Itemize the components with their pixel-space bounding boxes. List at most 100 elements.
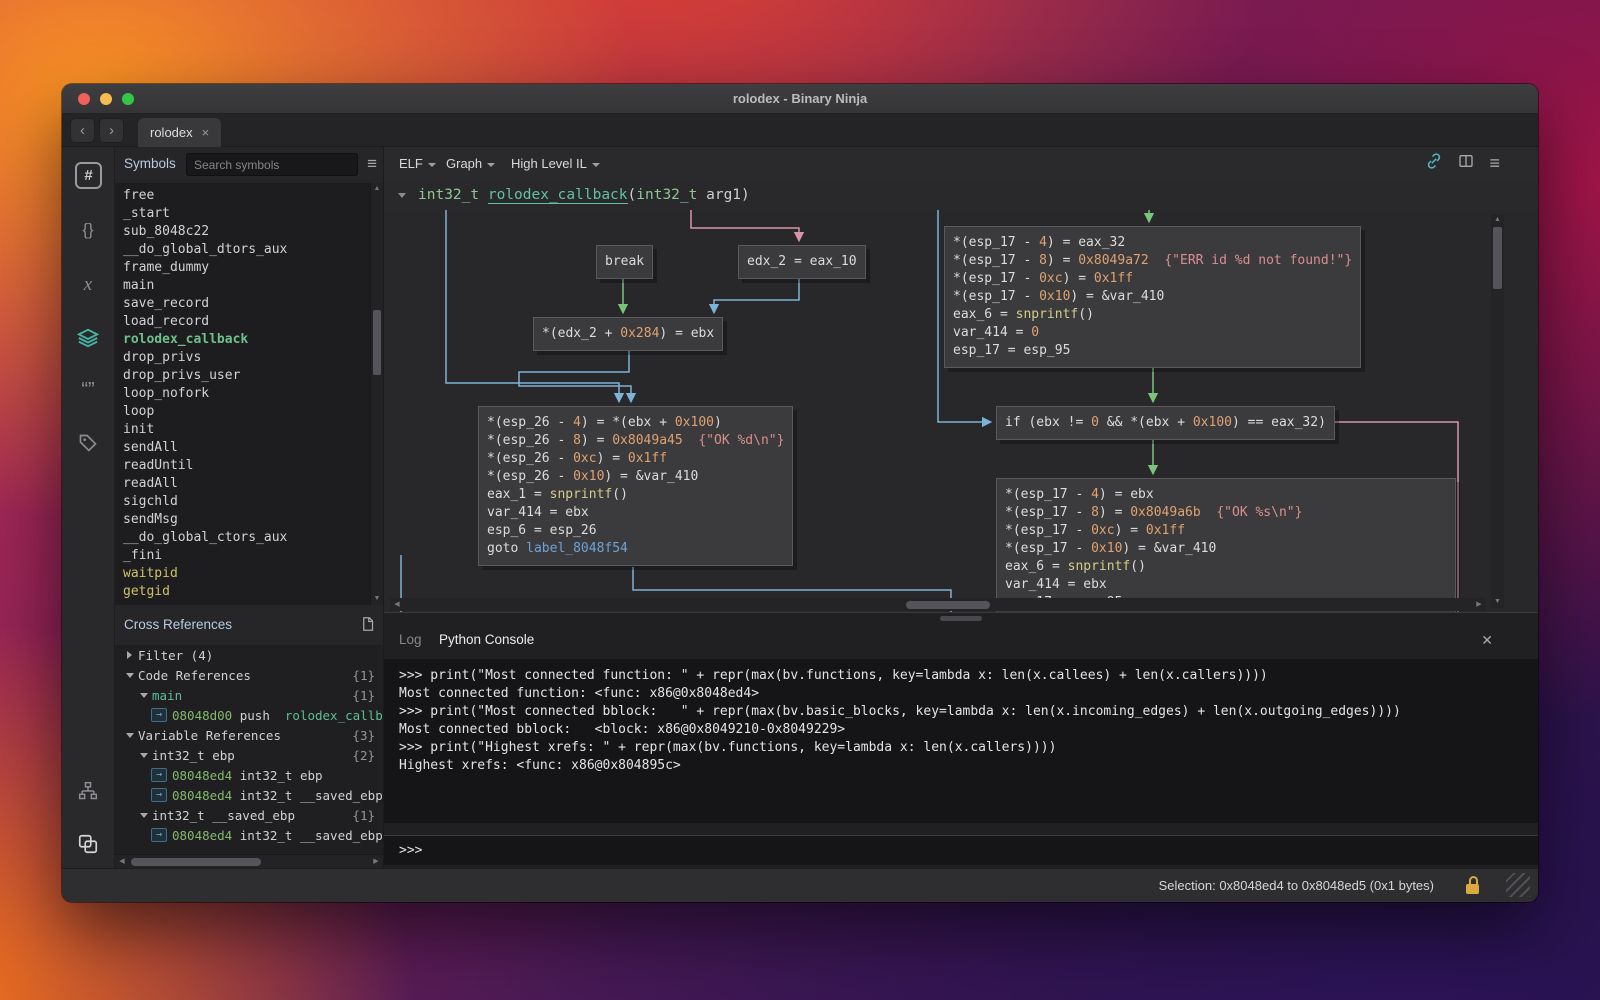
symbols-menu-icon[interactable]: ≡: [367, 151, 377, 177]
console-line: Highest xrefs: <func: x86@0x804895c>: [399, 757, 1538, 775]
tab-close-icon[interactable]: ×: [202, 125, 210, 140]
xrefs-hscrollbar[interactable]: ◀ ▶: [115, 854, 383, 868]
xref-tree: Filter (4)Code References{1}main{1}→0804…: [115, 645, 383, 854]
types-braces-icon[interactable]: {}: [62, 216, 114, 244]
console-output[interactable]: >>> print("Most connected function: " + …: [384, 659, 1538, 823]
scrollbar-thumb[interactable]: [906, 601, 990, 609]
xrefs-options-icon[interactable]: [360, 616, 375, 637]
symbol-item[interactable]: loop_nofork: [115, 385, 383, 403]
symbol-item[interactable]: getgid: [115, 583, 383, 601]
lock-icon[interactable]: [1466, 876, 1480, 894]
tab-log[interactable]: Log: [399, 623, 422, 657]
xref-row[interactable]: Code References{1}: [115, 665, 383, 685]
graph-block[interactable]: edx_2 = eax_10: [738, 245, 866, 279]
view-menu-icon[interactable]: ≡: [1489, 153, 1500, 174]
xref-row[interactable]: Variable References{3}: [115, 725, 383, 745]
symbol-item[interactable]: save_record: [115, 295, 383, 313]
symbol-item[interactable]: __do_global_dtors_aux: [115, 241, 383, 259]
xref-row[interactable]: int32_t __saved_ebp{1}: [115, 805, 383, 825]
xref-row[interactable]: →08048ed4 int32_t ebp: [115, 765, 383, 785]
graph-block[interactable]: *(esp_17 - 4) = eax_32*(esp_17 - 8) = 0x…: [944, 226, 1361, 368]
view-mode-dropdown[interactable]: Graph: [446, 147, 495, 180]
variables-icon[interactable]: x: [62, 271, 114, 299]
chevron-down-icon[interactable]: [123, 673, 136, 678]
graph-hscrollbar[interactable]: ◀ ▶: [390, 598, 1486, 611]
tab-python-console[interactable]: Python Console: [439, 623, 534, 657]
strings-quotes-icon[interactable]: “”: [62, 376, 114, 404]
console-panel: Log Python Console ✕ >>> print("Most con…: [384, 612, 1538, 868]
scrollbar-thumb[interactable]: [1493, 227, 1502, 289]
resize-grip[interactable]: [1506, 873, 1530, 897]
symbol-item[interactable]: sendMsg: [115, 511, 383, 529]
symbol-item[interactable]: readAll: [115, 475, 383, 493]
symbols-panel-icon[interactable]: #: [75, 162, 102, 189]
graph-block[interactable]: *(esp_26 - 4) = *(ebx + 0x100)*(esp_26 -…: [478, 406, 793, 566]
symbols-panel-title: Symbols: [124, 147, 176, 181]
symbol-item[interactable]: sub_8048c22: [115, 223, 383, 241]
scroll-right-icon[interactable]: ▶: [1472, 598, 1486, 612]
symbol-item[interactable]: drop_privs_user: [115, 367, 383, 385]
scroll-down-icon[interactable]: ▼: [371, 593, 383, 605]
mini-graph-icon[interactable]: [62, 776, 114, 804]
console-input-row[interactable]: >>>: [384, 835, 1538, 865]
split-view-icon[interactable]: [1458, 153, 1474, 174]
panel-resize-handle[interactable]: [940, 616, 982, 621]
symbol-list-scrollbar[interactable]: ▲ ▼: [370, 183, 383, 605]
xref-row[interactable]: Filter (4): [115, 645, 383, 665]
symbol-item[interactable]: loop: [115, 403, 383, 421]
graph-view[interactable]: break edx_2 = eax_10 *(edx_2 + 0x284) = eb…: [384, 210, 1538, 612]
scroll-down-icon[interactable]: ▼: [1491, 596, 1504, 608]
symbol-item[interactable]: sendAll: [115, 439, 383, 457]
graph-block[interactable]: *(esp_17 - 4) = ebx*(esp_17 - 8) = 0x804…: [996, 478, 1456, 612]
tab-rolodex[interactable]: rolodex×: [138, 118, 221, 148]
collapse-chevron-icon[interactable]: [398, 193, 406, 198]
chevron-down-icon[interactable]: [137, 693, 150, 698]
xref-row[interactable]: →08048ed4 int32_t __saved_ebp: [115, 785, 383, 805]
symbol-item[interactable]: free: [115, 187, 383, 205]
graph-block[interactable]: break: [596, 245, 653, 279]
il-level-dropdown[interactable]: High Level IL: [511, 147, 600, 180]
nav-forward-button[interactable]: ›: [99, 118, 124, 143]
function-signature[interactable]: int32_t rolodex_callback(int32_t arg1): [418, 180, 750, 210]
tags-icon[interactable]: [62, 428, 114, 456]
xref-row[interactable]: →08048d00 push rolodex_callback: [115, 705, 383, 725]
binary-format-dropdown[interactable]: ELF: [399, 147, 436, 180]
symbol-item[interactable]: init: [115, 421, 383, 439]
chevron-down-icon[interactable]: [137, 753, 150, 758]
cross-references-panel-icon[interactable]: [62, 829, 114, 857]
xref-row[interactable]: main{1}: [115, 685, 383, 705]
stack-layers-icon[interactable]: [62, 323, 114, 351]
symbol-search-input[interactable]: [186, 153, 358, 176]
symbol-item[interactable]: _start: [115, 205, 383, 223]
xrefs-panel-title: Cross References: [124, 605, 232, 645]
scroll-up-icon[interactable]: ▲: [371, 183, 383, 195]
symbol-item[interactable]: drop_privs: [115, 349, 383, 367]
scroll-up-icon[interactable]: ▲: [1491, 214, 1504, 226]
symbol-item[interactable]: sigchld: [115, 493, 383, 511]
symbol-item[interactable]: rolodex_callback: [115, 331, 383, 349]
symbol-item[interactable]: _fini: [115, 547, 383, 565]
graph-block[interactable]: if (ebx != 0 && *(ebx + 0x100) == eax_32…: [996, 406, 1335, 440]
symbol-item[interactable]: frame_dummy: [115, 259, 383, 277]
sync-link-icon[interactable]: [1425, 152, 1443, 175]
symbol-item[interactable]: __do_global_ctors_aux: [115, 529, 383, 547]
graph-block[interactable]: *(edx_2 + 0x284) = ebx: [533, 317, 723, 351]
scrollbar-thumb[interactable]: [131, 858, 261, 866]
xref-row[interactable]: →08048ed4 int32_t __saved_ebp: [115, 825, 383, 845]
titlebar[interactable]: rolodex - Binary Ninja: [62, 84, 1538, 114]
nav-back-button[interactable]: ‹: [70, 118, 95, 143]
chevron-down-icon[interactable]: [123, 733, 136, 738]
scrollbar-thumb[interactable]: [373, 310, 381, 375]
chevron-down-icon[interactable]: [137, 813, 150, 818]
chevron-right-icon[interactable]: [123, 651, 136, 659]
graph-vscrollbar[interactable]: ▲ ▼: [1491, 214, 1504, 608]
symbol-item[interactable]: load_record: [115, 313, 383, 331]
symbol-item[interactable]: waitpid: [115, 565, 383, 583]
scroll-right-icon[interactable]: ▶: [369, 855, 383, 869]
xref-row[interactable]: int32_t ebp{2}: [115, 745, 383, 765]
scroll-left-icon[interactable]: ◀: [390, 598, 404, 612]
close-panel-icon[interactable]: ✕: [1481, 623, 1493, 657]
symbol-item[interactable]: readUntil: [115, 457, 383, 475]
scroll-left-icon[interactable]: ◀: [115, 855, 129, 869]
symbol-item[interactable]: main: [115, 277, 383, 295]
